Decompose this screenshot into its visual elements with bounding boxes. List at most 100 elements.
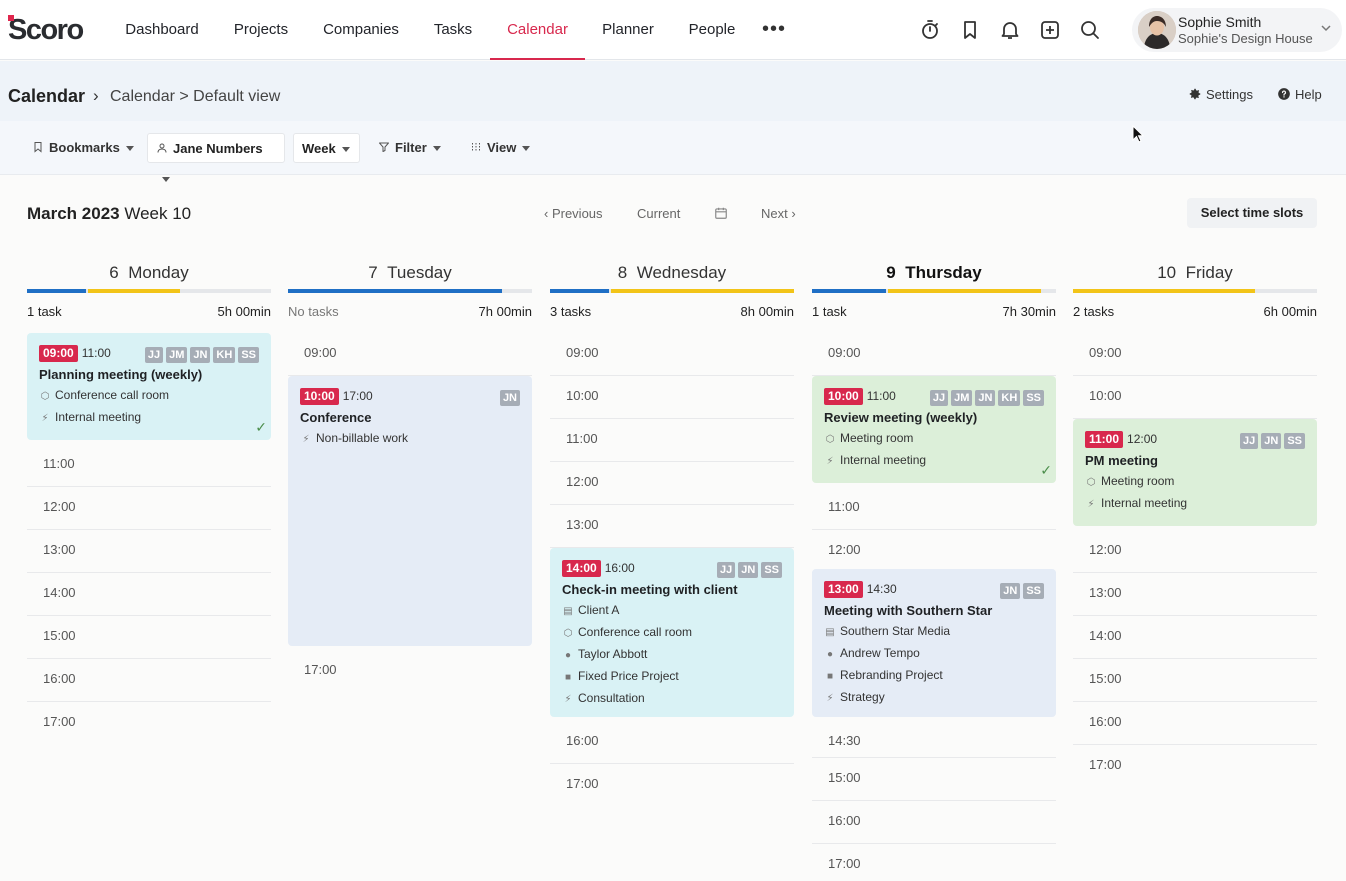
briefcase-icon: ■ [564,672,572,683]
top-navigation: Scoro Dashboard Projects Companies Tasks… [0,0,1346,60]
nav-tasks[interactable]: Tasks [426,0,480,60]
event-meta: ⬡ Conference call room [40,388,170,402]
time-slot[interactable]: 16:00 [550,721,794,764]
person-icon [157,143,167,153]
nav-calendar[interactable]: Calendar [490,0,585,60]
time-slot[interactable]: 12:00 [812,530,1056,573]
select-time-slots-button[interactable]: Select time slots [1187,198,1317,228]
day-duration: 7h 30min [1002,304,1056,319]
time-slot[interactable]: 10:00 [1073,376,1317,419]
nav-projects[interactable]: Projects [226,0,296,60]
gear-icon [1189,88,1201,100]
time-slot[interactable]: 13:00 [550,505,794,548]
time-slot[interactable]: 16:00 [812,801,1056,844]
calendar-event[interactable]: 10:00 11:00 JJ JM JN KH SS Review meeting (we… [812,376,1056,483]
time-slot[interactable]: 13:00 [1073,573,1317,616]
time-slot[interactable]: 14:00 [27,573,271,616]
time-slot[interactable]: 17:00 [812,844,1056,881]
view-columns-icon [472,143,480,151]
calendar-event[interactable]: 10:00 17:00 JN Conference ⚡ Non-billable w… [288,376,532,646]
add-icon[interactable] [1038,18,1062,42]
time-slot[interactable]: 17:00 [27,702,271,745]
more-horizontal-icon[interactable]: ••• [762,18,786,42]
user-menu[interactable]: Sophie Smith Sophie's Design House [1132,8,1342,52]
time-slot[interactable]: 15:00 [812,758,1056,801]
previous-button[interactable]: ‹ Previous [544,206,603,221]
time-slot[interactable]: 17:00 [1073,745,1317,788]
participant-tag: KH [998,390,1021,406]
day-duration: 8h 00min [740,304,794,319]
calendar-event[interactable]: 11:00 12:00 JJ JN SS PM meeting ⬡ Meeting ro… [1073,419,1317,526]
time-slot[interactable]: 13:00 [27,530,271,573]
time-slot[interactable]: 11:00 [812,487,1056,530]
capacity-bar [288,289,532,293]
time-slot[interactable]: 14:00 [1073,616,1317,659]
day-number: 7 [368,263,378,282]
time-slot[interactable]: 15:00 [27,616,271,659]
breadcrumb[interactable]: Calendar > Default view [110,88,280,106]
search-icon[interactable] [1078,18,1102,42]
time-slot[interactable]: 09:00 [1073,333,1317,376]
day-name: Monday [128,263,189,282]
capacity-segment-booked [88,289,180,293]
event-start-time: 13:00 [824,581,863,598]
time-slot[interactable]: 12:00 [1073,530,1317,573]
time-slot[interactable]: 15:00 [1073,659,1317,702]
nav-companies[interactable]: Companies [316,0,406,60]
bookmarks-dropdown[interactable]: Bookmarks [24,133,142,163]
time-slot[interactable]: 11:00 [27,444,271,487]
nav-planner[interactable]: Planner [596,0,660,60]
time-slot[interactable]: 17:00 [550,764,794,807]
next-button[interactable]: Next › [761,206,796,221]
event-title: Review meeting (weekly) [824,410,978,425]
scoro-logo[interactable]: Scoro [8,15,84,45]
bolt-icon: ⚡ [1087,499,1095,510]
event-meta: ■ Rebranding Project [824,668,1044,684]
participant-tag: SS [761,562,782,578]
timer-icon[interactable] [918,18,942,42]
time-slot[interactable]: 10:00 [550,376,794,419]
participant-tag: JN [1261,433,1282,449]
view-dropdown[interactable]: View [462,133,538,163]
time-slot[interactable]: 09:00 [288,333,532,376]
time-slot[interactable]: 16:00 [27,659,271,702]
event-meta: ⚡ Strategy [824,690,1044,706]
bolt-icon: ⚡ [41,413,49,424]
time-slot[interactable]: 16:00 [1073,702,1317,745]
event-meta: ● Taylor Abbott [562,647,782,663]
nav-dashboard[interactable]: Dashboard [118,0,206,60]
time-slot[interactable]: 12:00 [550,462,794,505]
event-end-time: 16:00 [604,561,635,575]
bell-icon[interactable] [998,18,1022,42]
range-dropdown[interactable]: Week [293,133,360,163]
bolt-icon: ⚡ [302,434,310,445]
bookmarks-label: Bookmarks [49,140,120,155]
settings-button[interactable]: Settings [1188,85,1253,105]
day-number: 10 [1157,263,1177,282]
help-button[interactable]: Help [1277,85,1322,105]
caret-down-icon [341,147,350,153]
calendar-event[interactable]: 09:00 11:00 JJ JM JN KH SS Planning meeting (… [27,333,271,440]
capacity-segment-scheduled [550,289,609,293]
time-slot[interactable]: 14:30 [812,721,1056,758]
event-start-time: 11:00 [1085,431,1124,448]
filter-dropdown[interactable]: Filter [370,133,449,163]
participant-tag: JJ [929,390,949,406]
time-slot[interactable]: 11:00 [550,419,794,462]
nav-people[interactable]: People [682,0,742,60]
person-dropdown[interactable]: Jane Numbers [147,133,285,183]
day-name: Wednesday [636,263,727,282]
calendar-icon[interactable] [714,206,728,220]
chevron-down-icon [1321,25,1331,32]
calendar-event[interactable]: 14:00 16:00 JJ JN SS Check-in meeting with … [550,548,794,717]
capacity-bar [812,289,1056,293]
current-button[interactable]: Current [637,206,680,221]
calendar-event[interactable]: 13:00 14:30 JN SS Meeting with Southern St… [812,569,1056,717]
bookmark-icon[interactable] [958,18,982,42]
time-slot[interactable]: 09:00 [812,333,1056,376]
time-slot[interactable]: 09:00 [550,333,794,376]
time-slot[interactable]: 17:00 [288,650,532,693]
cube-icon: ⬡ [563,628,573,639]
time-slot[interactable]: 12:00 [27,487,271,530]
user-company: Sophie's Design House [1178,31,1313,46]
